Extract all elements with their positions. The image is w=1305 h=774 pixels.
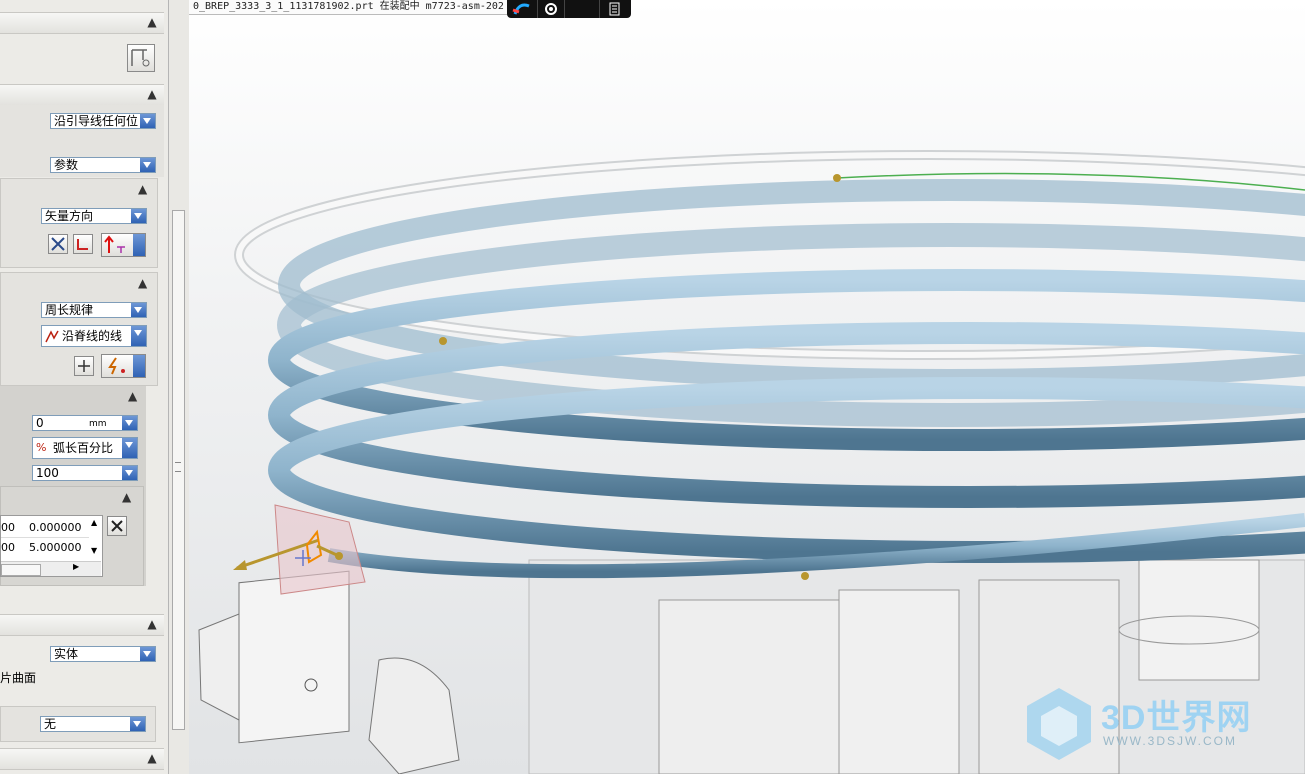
horizontal-scrollbar[interactable]: ▶ xyxy=(1,561,101,576)
direction-method-dropdown[interactable]: 矢量方向 xyxy=(41,208,147,224)
control-point[interactable] xyxy=(801,572,809,580)
dropdown-arrow-icon xyxy=(130,303,146,317)
lightning-icon xyxy=(108,357,125,375)
section-header[interactable]: ▲ xyxy=(0,84,164,106)
cylinder-part xyxy=(1138,559,1260,681)
vector-dialog-button[interactable] xyxy=(48,234,68,254)
dropdown-arrow-icon xyxy=(133,234,145,256)
panel-scrollbar[interactable] xyxy=(168,0,189,774)
reverse-direction-button[interactable] xyxy=(73,234,93,254)
watermark-text: 3D世界网 xyxy=(1101,699,1252,737)
collapse-icon[interactable]: ▲ xyxy=(146,87,158,101)
dropdown-arrow-icon xyxy=(133,355,145,377)
dropdown-arrow-icon xyxy=(121,438,137,458)
scroll-right-icon[interactable]: ▶ xyxy=(73,562,79,571)
cube-logo-icon xyxy=(1027,688,1091,760)
collapse-icon[interactable]: ▲ xyxy=(122,490,131,504)
percent-icon: % xyxy=(36,441,47,454)
control-point[interactable] xyxy=(335,552,343,560)
table-row[interactable]: 00 5.000000 xyxy=(1,539,89,557)
dropdown-arrow-icon xyxy=(130,209,146,223)
dropdown-arrow-icon xyxy=(121,466,137,480)
elbow-part xyxy=(368,657,460,774)
scaling-method-dropdown[interactable]: 周长规律 xyxy=(41,302,147,318)
reverse-icon xyxy=(77,239,88,250)
scroll-down-icon[interactable]: ▼ xyxy=(91,546,97,555)
cylinder-part xyxy=(658,599,840,774)
curve-select-button[interactable] xyxy=(127,44,155,72)
watermark-url: WWW.3DSJW.COM xyxy=(1103,734,1237,748)
settings-button[interactable] xyxy=(538,0,565,18)
dropdown-arrow-icon xyxy=(121,416,137,430)
file-title: 0_BREP_3333_3_1_1131781902.prt 在装配中 m772… xyxy=(189,0,508,15)
layout-icon xyxy=(609,2,620,16)
remove-button[interactable] xyxy=(107,516,127,536)
orientation-method-dropdown[interactable]: 沿引导线任何位 xyxy=(50,113,156,129)
toolbar-slot[interactable] xyxy=(565,0,600,18)
section-header[interactable]: ▲ xyxy=(0,614,164,636)
body-type-dropdown[interactable]: 实体 xyxy=(50,646,156,662)
vector-type-button[interactable] xyxy=(101,233,146,257)
dialog-panel: ▲ ▲ 沿引导线任何位 参数 ▲ 矢量方向 ▲ 周长规律 沿脊线的线 ▲ 0 mm… xyxy=(0,0,169,774)
value-input[interactable]: 0 mm xyxy=(32,415,138,431)
view-toolbar xyxy=(507,0,631,18)
percent-input[interactable]: 100 xyxy=(32,465,138,481)
arrow-head-icon xyxy=(233,560,247,570)
vector-arrow-icon xyxy=(104,235,125,253)
add-point-icon xyxy=(78,360,90,372)
graphics-viewport[interactable]: 0_BREP_3333_3_1_1131781902.prt 在装配中 m772… xyxy=(189,0,1305,774)
collapse-icon[interactable]: ▲ xyxy=(146,15,158,29)
cylinder-part xyxy=(838,589,960,774)
render-style-icon xyxy=(512,3,530,15)
gear-icon xyxy=(545,3,557,15)
collapse-icon[interactable]: ▲ xyxy=(128,389,137,403)
collapse-icon[interactable]: ▲ xyxy=(138,276,147,290)
layout-button[interactable] xyxy=(600,0,630,18)
dropdown-arrow-icon xyxy=(130,326,146,346)
section-header[interactable]: ▲ xyxy=(0,12,164,34)
spine-icon xyxy=(45,330,59,343)
render-style-button[interactable] xyxy=(507,0,538,18)
watermark-logo xyxy=(1019,682,1099,762)
position-mode-dropdown[interactable]: % 弧长百分比 xyxy=(32,437,138,459)
scroll-thumb[interactable] xyxy=(1,564,41,576)
control-point[interactable] xyxy=(833,174,841,182)
scaling-option-dropdown[interactable]: 沿脊线的线 xyxy=(41,325,147,347)
curve-icon xyxy=(131,49,150,67)
collapse-icon[interactable]: ▲ xyxy=(138,182,147,196)
orientation-sub-dropdown[interactable]: 参数 xyxy=(50,157,156,173)
vector-icon xyxy=(51,237,65,251)
section-header[interactable]: ▲ xyxy=(0,748,164,770)
point-type-button[interactable] xyxy=(101,354,146,378)
dropdown-arrow-icon xyxy=(129,717,145,731)
points-table: 00 0.000000 00 5.000000 ▲ ▼ ▶ xyxy=(0,515,103,577)
scroll-up-icon[interactable]: ▲ xyxy=(91,518,97,527)
dropdown-arrow-icon xyxy=(139,647,155,661)
close-icon xyxy=(111,520,123,532)
collapse-icon[interactable]: ▲ xyxy=(146,751,158,765)
model-render[interactable] xyxy=(189,0,1305,774)
dropdown-arrow-icon xyxy=(139,158,155,172)
add-point-button[interactable] xyxy=(74,356,94,376)
collapse-icon[interactable]: ▲ xyxy=(146,617,158,631)
control-point[interactable] xyxy=(439,337,447,345)
none-dropdown[interactable]: 无 xyxy=(40,716,146,732)
clamp-part xyxy=(238,570,350,744)
sheet-label: 片曲面 xyxy=(0,671,37,685)
table-row[interactable]: 00 0.000000 xyxy=(1,519,89,538)
grip-icon xyxy=(175,462,181,472)
dropdown-arrow-icon xyxy=(139,114,155,128)
